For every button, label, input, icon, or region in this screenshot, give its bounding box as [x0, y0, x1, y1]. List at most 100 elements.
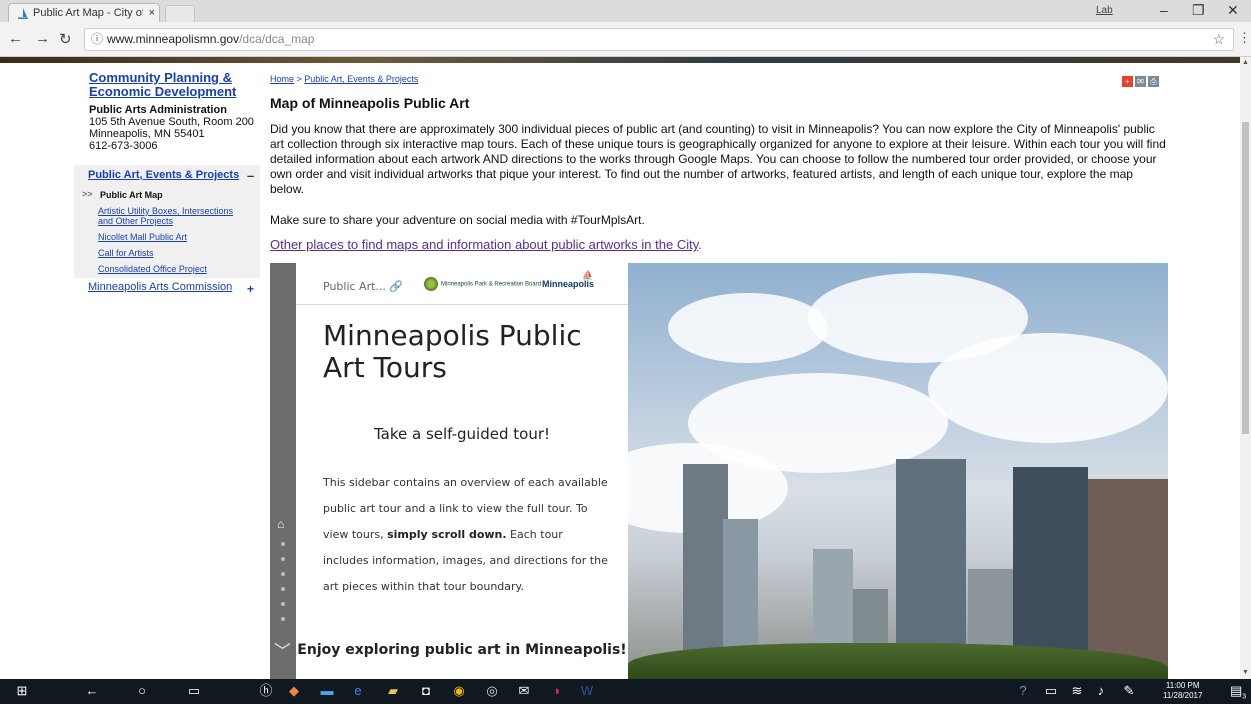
- dept-name: Public Arts Administration: [89, 104, 227, 116]
- system-clock[interactable]: 11:00 PM 11/28/2017: [1163, 681, 1202, 701]
- restore-icon[interactable]: ❐: [1192, 2, 1205, 19]
- scrollbar-thumb[interactable]: [1242, 122, 1249, 434]
- mail-app-icon[interactable]: ▬: [319, 683, 335, 699]
- city-logo[interactable]: ⛵ Minneapolis: [542, 270, 594, 289]
- tab-title: Public Art Map - City of |: [33, 7, 143, 19]
- window-close-icon[interactable]: ✕: [1227, 2, 1239, 19]
- address-line-2: Minneapolis, MN 55401: [89, 128, 205, 140]
- other-places-line: Other places to find maps and informatio…: [270, 237, 702, 252]
- nav-item-nicollet-mall[interactable]: Nicollet Mall Public Art: [98, 232, 187, 242]
- tab-close-icon[interactable]: ×: [149, 4, 155, 23]
- task-view-icon[interactable]: ▭: [186, 683, 202, 699]
- breadcrumb-section[interactable]: Public Art, Events & Projects: [304, 74, 418, 84]
- story-header: Public Art... 🔗 Minneapolis Park & Recre…: [296, 263, 628, 305]
- section-dot[interactable]: [281, 557, 285, 561]
- minimize-icon[interactable]: –: [1160, 2, 1168, 18]
- story-short-title: Public Art... 🔗: [323, 280, 404, 293]
- hp-icon[interactable]: ⓗ: [258, 683, 274, 699]
- windows-taskbar: ⊞ ← ○ ▭ ⓗ ◆ ▬ e ▰ ◘ ◉ ◎ ✉ ◑ W ? ▭ ≋ ♪ ✎ …: [0, 679, 1251, 704]
- active-chevron-icon: >>: [82, 189, 93, 199]
- clock-date: 11/28/2017: [1163, 691, 1203, 700]
- breadcrumb-separator: >: [294, 74, 305, 84]
- collapse-icon[interactable]: –: [247, 168, 254, 183]
- nav-item-arts-commission[interactable]: Minneapolis Arts Commission: [88, 281, 232, 293]
- email-icon[interactable]: ✉: [1135, 76, 1146, 87]
- breadcrumb-home[interactable]: Home: [270, 74, 294, 84]
- reload-icon[interactable]: ↻: [59, 30, 72, 48]
- word-icon[interactable]: W: [579, 683, 595, 699]
- chrome-icon[interactable]: ◉: [451, 683, 467, 699]
- breadcrumb: Home > Public Art, Events & Projects: [270, 74, 418, 84]
- nav-item-utility-boxes[interactable]: Artistic Utility Boxes, Intersections an…: [98, 206, 238, 226]
- story-description: This sidebar contains an overview of eac…: [323, 476, 608, 593]
- link-icon[interactable]: 🔗: [389, 280, 403, 293]
- share-tools: + ✉ ⎙: [1122, 71, 1161, 89]
- story-closing: Enjoy exploring public art in Minneapoli…: [297, 642, 627, 658]
- pen-icon[interactable]: ✎: [1121, 683, 1137, 699]
- other-places-link[interactable]: Other places to find maps and informatio…: [270, 237, 698, 252]
- page-scrollbar[interactable]: ▲ ▼: [1240, 57, 1251, 679]
- windows-start-icon[interactable]: ⊞: [14, 683, 30, 699]
- expand-icon[interactable]: +: [247, 282, 254, 296]
- nav-item-call-for-artists[interactable]: Call for Artists: [98, 248, 154, 258]
- info-icon[interactable]: ⓘ: [91, 29, 103, 50]
- section-dot[interactable]: [281, 572, 285, 576]
- browser-tab-strip: Public Art Map - City of | × Lab – ❐ ✕: [0, 0, 1251, 23]
- address-line-1: 105 5th Avenue South, Room 200: [89, 116, 254, 128]
- volume-icon[interactable]: ♪: [1093, 683, 1109, 699]
- action-center-icon[interactable]: ▤3: [1230, 683, 1246, 701]
- url-text: www.minneapolismn.gov/dca/dca_map: [107, 32, 315, 46]
- header-banner-image: [0, 57, 1240, 63]
- cped-link[interactable]: Community Planning & Economic Developmen…: [89, 71, 259, 99]
- park-board-logo[interactable]: Minneapolis Park & Recreation Board: [424, 277, 541, 291]
- help-icon[interactable]: ?: [1015, 683, 1031, 699]
- section-nav: Public Art, Events & Projects – >> Publi…: [74, 165, 260, 278]
- paint-app-icon[interactable]: ◑: [548, 683, 564, 699]
- mail-envelope-icon[interactable]: ✉: [516, 683, 532, 699]
- story-title: Minneapolis Public Art Tours: [323, 319, 582, 384]
- story-sidebar: Public Art... 🔗 Minneapolis Park & Recre…: [296, 263, 629, 679]
- favicon-sail-icon: [18, 8, 28, 19]
- share-hashtag-text: Make sure to share your adventure on soc…: [270, 213, 645, 227]
- story-subtitle: Take a self-guided tour!: [373, 425, 551, 443]
- bookmark-star-icon[interactable]: ☆: [1212, 29, 1225, 50]
- print-icon[interactable]: ⎙: [1148, 76, 1159, 87]
- section-dot[interactable]: [281, 587, 285, 591]
- new-tab-button[interactable]: [165, 5, 195, 23]
- story-map-embed: ⌂ ﹀ Public Art... 🔗 Minneapolis Park & R…: [270, 263, 1168, 679]
- file-explorer-icon[interactable]: ▰: [385, 683, 401, 699]
- scroll-down-icon[interactable]: ▼: [1242, 669, 1249, 676]
- back-arrow-icon[interactable]: ←: [8, 30, 23, 47]
- section-dot[interactable]: [281, 617, 285, 621]
- nav-item-public-art-map: Public Art Map: [100, 190, 163, 200]
- section-dot[interactable]: [281, 602, 285, 606]
- section-dot[interactable]: [281, 542, 285, 546]
- photos-app-icon[interactable]: ◆: [286, 683, 302, 699]
- taskbar-back-icon[interactable]: ←: [84, 683, 100, 699]
- nav-item-consolidated-office[interactable]: Consolidated Office Project: [98, 264, 207, 274]
- browser-tab[interactable]: Public Art Map - City of | ×: [8, 3, 160, 23]
- skyline-photo: [628, 263, 1168, 679]
- edge-icon[interactable]: e: [350, 683, 366, 699]
- media-app-icon[interactable]: ◎: [484, 683, 500, 699]
- profile-badge[interactable]: Lab: [1096, 5, 1113, 16]
- scroll-up-icon[interactable]: ▲: [1242, 59, 1249, 66]
- page-title: Map of Minneapolis Public Art: [270, 95, 470, 111]
- store-icon[interactable]: ◘: [418, 683, 434, 699]
- wifi-icon[interactable]: ≋: [1069, 683, 1085, 699]
- address-toolbar: ← → ↻ ⓘ www.minneapolismn.gov/dca/dca_ma…: [0, 22, 1251, 57]
- chevron-down-icon[interactable]: ﹀: [274, 637, 291, 662]
- forward-arrow-icon[interactable]: →: [35, 30, 50, 47]
- browser-menu-icon[interactable]: ⋮: [1238, 30, 1251, 46]
- nav-section-heading[interactable]: Public Art, Events & Projects: [88, 169, 239, 181]
- home-icon[interactable]: ⌂: [277, 517, 284, 531]
- phone-number: 612-673-3006: [89, 140, 158, 152]
- contact-block: Public Arts Administration 105 5th Avenu…: [89, 104, 254, 152]
- clock-time: 11:00 PM: [1165, 681, 1200, 690]
- intro-paragraph: Did you know that there are approximatel…: [270, 122, 1166, 196]
- battery-icon[interactable]: ▭: [1043, 683, 1059, 699]
- tour-nav-rail: ⌂ ﹀: [270, 263, 296, 679]
- address-bar[interactable]: ⓘ www.minneapolismn.gov/dca/dca_map ☆: [84, 28, 1234, 51]
- cortana-icon[interactable]: ○: [134, 683, 150, 699]
- share-plus-icon[interactable]: +: [1122, 76, 1133, 87]
